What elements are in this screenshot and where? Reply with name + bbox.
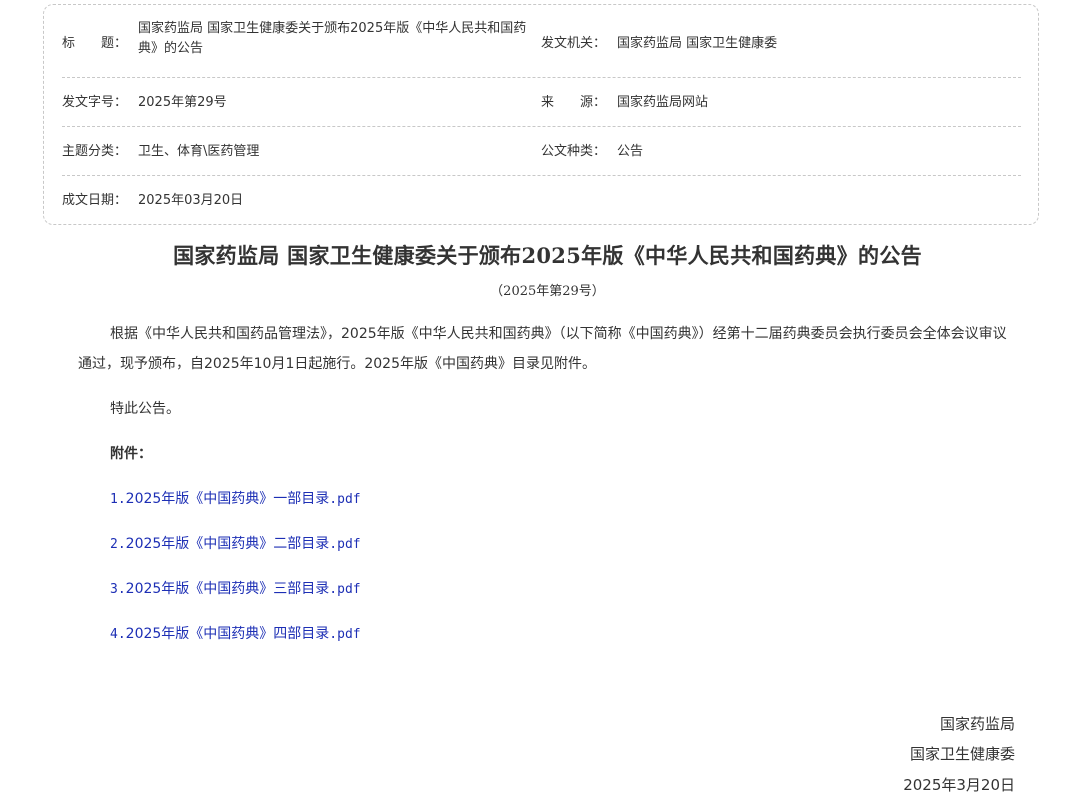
issuer-value: 国家药监局 国家卫生健康委 bbox=[617, 36, 778, 51]
document-metadata-panel: 标 题： 国家药监局 国家卫生健康委关于颁布2025年版《中华人民共和国药典》的… bbox=[43, 4, 1039, 225]
attachment-number: 4. bbox=[110, 627, 126, 642]
attachment-link-ext: .pdf bbox=[329, 627, 361, 642]
attachment-link-name: 2025年版《中国药典》三部目录 bbox=[125, 581, 330, 597]
signatory-nmpa: 国家药监局 bbox=[939, 715, 1015, 733]
attachment-item: 3.2025年版《中国药典》三部目录.pdf bbox=[110, 579, 361, 600]
attachment-link-2[interactable]: 2025年版《中国药典》二部目录.pdf bbox=[126, 536, 361, 552]
attachment-item: 4.2025年版《中国药典》四部目录.pdf bbox=[110, 624, 361, 645]
body-paragraph: 根据《中华人民共和国药品管理法》，2025年版《中华人民共和国药典》（以下简称《… bbox=[78, 326, 1007, 372]
attachment-item: 1.2025年版《中国药典》一部目录.pdf bbox=[110, 489, 361, 510]
attachment-link-ext: .pdf bbox=[329, 582, 361, 597]
attachment-link-ext: .pdf bbox=[329, 537, 361, 552]
page-title: 国家药监局 国家卫生健康委关于颁布2025年版《中华人民共和国药典》的公告 bbox=[173, 243, 922, 268]
attachment-number: 1. bbox=[110, 492, 126, 507]
source-value: 国家药监局网站 bbox=[617, 95, 709, 110]
attachment-number: 2. bbox=[110, 537, 126, 552]
document-number: （2025年第29号） bbox=[490, 284, 605, 299]
type-value: 公告 bbox=[617, 144, 644, 159]
attachment-item: 2.2025年版《中国药典》二部目录.pdf bbox=[110, 534, 361, 555]
issuer-label: 发文机关： bbox=[541, 36, 607, 51]
signatory-nhc: 国家卫生健康委 bbox=[909, 745, 1015, 763]
attachments-label: 附件： bbox=[110, 446, 152, 462]
date-label: 成文日期： bbox=[62, 193, 128, 208]
attachment-link-4[interactable]: 2025年版《中国药典》四部目录.pdf bbox=[126, 626, 361, 642]
source-label: 来 源： bbox=[541, 95, 607, 110]
topic-label: 主题分类： bbox=[62, 144, 128, 159]
meta-row-docno: 发文字号： 2025年第29号 来 源： 国家药监局网站 bbox=[62, 78, 1021, 127]
meta-row-title: 标 题： 国家药监局 国家卫生健康委关于颁布2025年版《中华人民共和国药典》的… bbox=[62, 5, 1021, 78]
docno-value: 2025年第29号 bbox=[138, 95, 227, 110]
attachment-link-name: 2025年版《中国药典》四部目录 bbox=[125, 626, 330, 642]
title-value: 国家药监局 国家卫生健康委关于颁布2025年版《中华人民共和国药典》的公告 bbox=[138, 21, 527, 56]
meta-row-topic: 主题分类： 卫生、体育\医药管理 公文种类： 公告 bbox=[62, 127, 1021, 176]
meta-row-date: 成文日期： 2025年03月20日 bbox=[62, 176, 1021, 225]
attachment-link-1[interactable]: 2025年版《中国药典》一部目录.pdf bbox=[126, 491, 361, 507]
type-label: 公文种类： bbox=[541, 144, 607, 159]
attachment-link-3[interactable]: 2025年版《中国药典》三部目录.pdf bbox=[126, 581, 361, 597]
title-label: 标 题： bbox=[62, 36, 128, 51]
attachment-link-name: 2025年版《中国药典》二部目录 bbox=[125, 536, 330, 552]
attachment-link-name: 2025年版《中国药典》一部目录 bbox=[125, 491, 330, 507]
signature-date: 2025年3月20日 bbox=[903, 776, 1015, 794]
docno-label: 发文字号： bbox=[62, 95, 128, 110]
attachment-link-ext: .pdf bbox=[329, 492, 361, 507]
topic-value: 卫生、体育\医药管理 bbox=[138, 144, 260, 159]
date-value: 2025年03月20日 bbox=[138, 193, 244, 208]
closing-text: 特此公告。 bbox=[110, 401, 180, 417]
attachment-number: 3. bbox=[110, 582, 126, 597]
